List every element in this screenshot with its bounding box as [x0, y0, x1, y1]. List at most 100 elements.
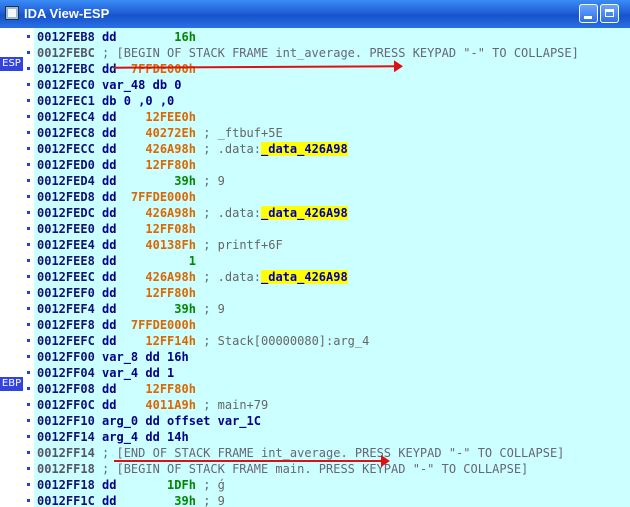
listing-row[interactable]: 0012FEC8 dd 40272Eh ; _ftbuf+5E — [37, 125, 283, 141]
listing-row[interactable]: 0012FEF4 dd 39h ; 9 — [37, 301, 225, 317]
row-instruction: dd — [102, 158, 117, 172]
stack-frame-marker: ; [BEGIN OF STACK FRAME main. PRESS KEYP… — [102, 462, 529, 476]
listing-row[interactable]: 0012FEE8 dd 1 — [37, 253, 196, 269]
listing-row[interactable]: 0012FF14 ; [END OF STACK FRAME int_avera… — [37, 445, 564, 461]
row-comment: ; .data: — [195, 206, 261, 220]
left-gutter: ESP EBP — [0, 28, 34, 507]
listing-row[interactable]: 0012FEE4 dd 40138Fh ; printf+6F — [37, 237, 283, 253]
row-comment: ; printf+6F — [195, 238, 283, 252]
row-address: 0012FEE0 — [37, 222, 95, 236]
row-instruction: var_8 dd 16h — [102, 350, 189, 364]
row-instruction: dd — [102, 478, 117, 492]
row-instruction: arg_4 dd 14h — [102, 430, 189, 444]
row-instruction: dd — [102, 286, 117, 300]
row-value: 12FF80h — [116, 286, 196, 300]
row-value: 426A98h — [116, 142, 196, 156]
listing-row[interactable]: 0012FEFC dd 12FF14h ; Stack[00000080]:ar… — [37, 333, 369, 349]
row-address: 0012FEB8 — [37, 30, 95, 44]
row-comment: ; 9 — [195, 174, 225, 188]
listing-row[interactable]: 0012FED8 dd 7FFDE000h — [37, 189, 196, 205]
listing-row[interactable]: 0012FF18 dd 1DFh ; ǵ — [37, 477, 225, 493]
data-reference-link[interactable]: _data_426A98 — [261, 206, 348, 220]
row-bullet-icon — [27, 227, 30, 230]
listing-row[interactable]: 0012FEC0 var_48 db 0 — [37, 77, 182, 93]
row-value: 12FEE0h — [116, 110, 196, 124]
listing-row[interactable]: 0012FEB8 dd 16h — [37, 29, 196, 45]
row-value: 12FF08h — [116, 222, 196, 236]
listing-row[interactable]: 0012FEC1 db 0 ,0 ,0 — [37, 93, 174, 109]
row-instruction: dd — [102, 222, 117, 236]
row-bullet-icon — [27, 419, 30, 422]
row-instruction: var_4 dd 1 — [102, 366, 175, 380]
listing-row[interactable]: 0012FEF0 dd 12FF80h — [37, 285, 196, 301]
row-bullet-icon — [27, 499, 30, 502]
row-comment: ; .data: — [195, 142, 261, 156]
row-value: 1DFh — [116, 478, 196, 492]
listing-row[interactable]: 0012FECC dd 426A98h ; .data:_data_426A98 — [37, 141, 348, 157]
row-bullet-icon — [27, 99, 30, 102]
row-bullet-icon — [27, 435, 30, 438]
row-bullet-icon — [27, 371, 30, 374]
data-reference-link[interactable]: _data_426A98 — [261, 270, 348, 284]
row-bullet-icon — [27, 275, 30, 278]
minimize-button[interactable] — [579, 4, 598, 23]
listing-row[interactable]: 0012FED0 dd 12FF80h — [37, 157, 196, 173]
listing-row[interactable]: 0012FF10 arg_0 dd offset var_1C — [37, 413, 261, 429]
row-address: 0012FEC8 — [37, 126, 95, 140]
listing-row[interactable]: 0012FED4 dd 39h ; 9 — [37, 173, 225, 189]
row-instruction: var_48 db 0 — [102, 78, 182, 92]
row-value: 40272Eh — [116, 126, 196, 140]
listing-row[interactable]: 0012FF08 dd 12FF80h — [37, 381, 196, 397]
row-address: 0012FEC4 — [37, 110, 95, 124]
row-address: 0012FED4 — [37, 174, 95, 188]
listing-row[interactable]: 0012FEEC dd 426A98h ; .data:_data_426A98 — [37, 269, 348, 285]
listing-row[interactable]: 0012FF14 arg_4 dd 14h — [37, 429, 189, 445]
disassembly-listing[interactable]: 0012FEB8 dd 16h 0012FEBC ; [BEGIN OF STAC… — [34, 28, 630, 507]
row-bullet-icon — [27, 355, 30, 358]
row-bullet-icon — [27, 291, 30, 294]
stack-frame-marker: ; [END OF STACK FRAME int_average. PRESS… — [102, 446, 565, 460]
row-bullet-icon — [27, 83, 30, 86]
listing-row[interactable]: 0012FEDC dd 426A98h ; .data:_data_426A98 — [37, 205, 348, 221]
row-comment: ; 9 — [195, 302, 225, 316]
listing-row[interactable]: 0012FEC4 dd 12FEE0h — [37, 109, 196, 125]
row-address: 0012FEF4 — [37, 302, 95, 316]
row-address: 0012FEE8 — [37, 254, 95, 268]
listing-row[interactable]: 0012FF00 var_8 dd 16h — [37, 349, 189, 365]
row-value: 1 — [116, 254, 196, 268]
listing-row[interactable]: 0012FEF8 dd 7FFDE000h — [37, 317, 196, 333]
maximize-button[interactable] — [600, 4, 619, 23]
row-bullet-icon — [27, 147, 30, 150]
listing-row[interactable]: 0012FF04 var_4 dd 1 — [37, 365, 174, 381]
row-bullet-icon — [27, 403, 30, 406]
ebp-register-label: EBP — [0, 377, 23, 391]
row-value: 39h — [116, 302, 196, 316]
row-bullet-icon — [27, 339, 30, 342]
row-address: 0012FF04 — [37, 366, 95, 380]
listing-row[interactable]: 0012FF18 ; [BEGIN OF STACK FRAME main. P… — [37, 461, 528, 477]
row-address: 0012FEBC — [37, 46, 95, 60]
listing-row[interactable]: 0012FF0C dd 4011A9h ; main+79 — [37, 397, 268, 413]
row-instruction: dd — [102, 126, 117, 140]
row-value: 7FFDE000h — [116, 318, 196, 332]
listing-row[interactable]: 0012FF1C dd 39h ; 9 — [37, 493, 225, 507]
row-instruction: dd — [102, 190, 117, 204]
row-value: 4011A9h — [116, 398, 196, 412]
data-reference-link[interactable]: _data_426A98 — [261, 142, 348, 156]
row-bullet-icon — [27, 451, 30, 454]
listing-row[interactable]: 0012FEBC dd 7FFDE000h — [37, 61, 196, 77]
row-address: 0012FED0 — [37, 158, 95, 172]
listing-row[interactable]: 0012FEBC ; [BEGIN OF STACK FRAME int_ave… — [37, 45, 579, 61]
row-address: 0012FEEC — [37, 270, 95, 284]
stack-frame-marker: ; [BEGIN OF STACK FRAME int_average. PRE… — [102, 46, 579, 60]
row-address: 0012FED8 — [37, 190, 95, 204]
row-comment: ; main+79 — [195, 398, 269, 412]
row-value: 12FF80h — [116, 382, 196, 396]
listing-row[interactable]: 0012FEE0 dd 12FF08h — [37, 221, 196, 237]
row-address: 0012FF10 — [37, 414, 95, 428]
row-bullet-icon — [27, 323, 30, 326]
row-comment: ; .data: — [195, 270, 261, 284]
row-instruction: dd — [102, 30, 117, 44]
row-bullet-icon — [27, 179, 30, 182]
row-instruction: arg_0 dd offset var_1C — [102, 414, 261, 428]
